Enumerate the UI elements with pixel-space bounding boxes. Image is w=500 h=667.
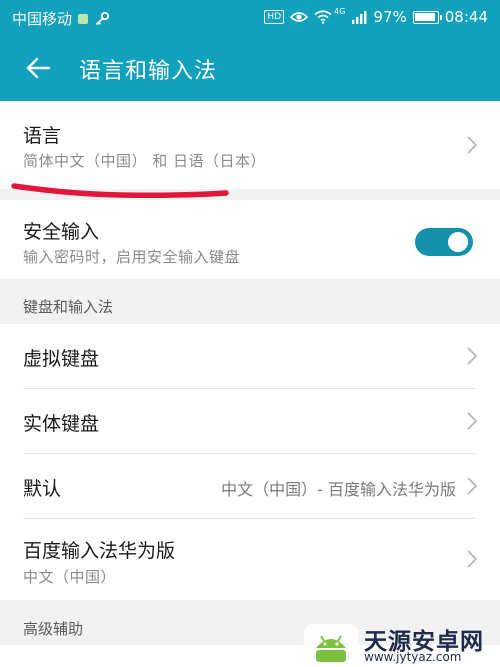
language-row[interactable]: 语言 简体中文（中国） 和 日语（日本） (0, 101, 500, 189)
section-header-keyboards: 键盘和输入法 (0, 279, 500, 324)
watermark-url: www.jytyaz.com (364, 650, 462, 664)
toggle-knob (448, 232, 468, 252)
baidu-title: 百度输入法华为版 (23, 540, 176, 562)
battery-percent: 97% (373, 8, 407, 26)
back-button[interactable] (18, 50, 58, 86)
battery-icon (412, 10, 442, 24)
signal-icon (352, 11, 367, 24)
app-bar: 语言和输入法 (0, 34, 500, 101)
baidu-input-item[interactable]: 百度输入法华为版 中文（中国） (0, 519, 500, 600)
physical-keyboard-title: 实体键盘 (23, 413, 100, 435)
virtual-keyboard-item[interactable]: 虚拟键盘 (0, 324, 500, 388)
key-icon (95, 11, 110, 25)
default-title: 默认 (23, 478, 62, 500)
chevron-right-icon (467, 550, 478, 568)
virtual-keyboard-title: 虚拟键盘 (23, 348, 100, 370)
chevron-right-icon (467, 412, 478, 430)
status-bar: 中国移动 HD 4G 97% 08:44 (0, 0, 500, 34)
page-title: 语言和输入法 (79, 59, 218, 84)
carrier-label: 中国移动 (12, 10, 73, 28)
network-type: 4G (334, 6, 346, 16)
android-logo-icon (304, 624, 358, 666)
physical-keyboard-item[interactable]: 实体键盘 (0, 389, 500, 453)
keyboard-list: 虚拟键盘 实体键盘 默认 中文（中国）- 百度输入法华为版 百度输入法华为版 中… (0, 324, 500, 600)
back-arrow-icon (26, 57, 51, 79)
secure-input-desc: 输入密码时，启用安全输入键盘 (23, 248, 241, 266)
hd-badge: HD (264, 10, 285, 24)
default-input-item[interactable]: 默认 中文（中国）- 百度输入法华为版 (0, 454, 500, 518)
eye-icon (290, 12, 309, 22)
baidu-subtitle: 中文（中国） (23, 568, 117, 586)
chevron-right-icon (467, 347, 478, 365)
watermark: 天源安卓网 www.jytyaz.com (300, 620, 500, 667)
secure-input-toggle[interactable] (415, 228, 473, 256)
secure-input-title: 安全输入 (23, 221, 100, 243)
sim-icon (78, 13, 89, 24)
section-label: 键盘和输入法 (23, 298, 114, 316)
section-label: 高级辅助 (23, 620, 84, 638)
language-value: 简体中文（中国） 和 日语（日本） (23, 152, 267, 170)
default-value: 中文（中国）- 百度输入法华为版 (221, 480, 456, 499)
language-title: 语言 (23, 125, 62, 147)
clock: 08:44 (444, 8, 488, 26)
chevron-right-icon (467, 136, 478, 154)
chevron-right-icon (467, 477, 478, 495)
wifi-icon (314, 10, 332, 24)
